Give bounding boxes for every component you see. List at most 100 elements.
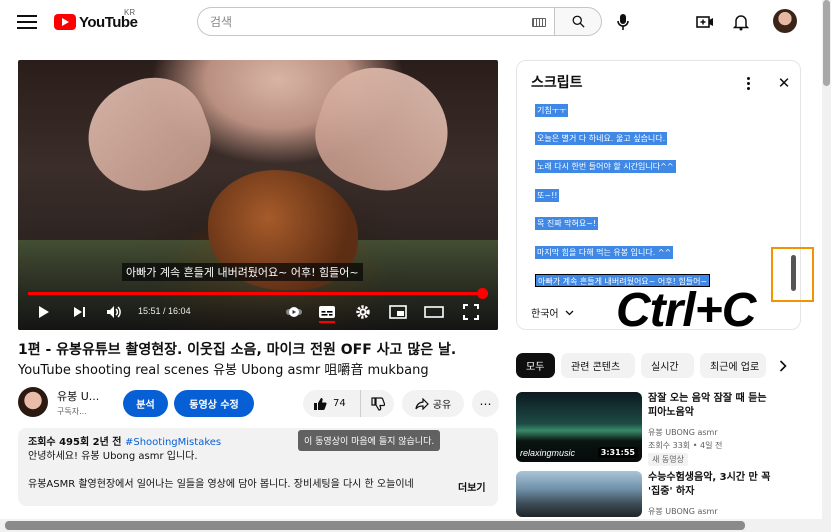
create-icon (696, 16, 713, 28)
video-player[interactable]: 아빠가 계속 흔들게 내버려뒀어요~ 어후! 힘들어~ 15:51 / 16:0… (18, 60, 498, 330)
dislike-button[interactable] (361, 390, 394, 417)
channel-avatar[interactable] (18, 387, 48, 417)
subtitles-active-indicator (319, 321, 335, 323)
next-icon (73, 307, 85, 317)
settings-button[interactable] (354, 303, 372, 321)
transcript-segment[interactable]: 목 진짜 막혀요~! (535, 217, 599, 230)
autoplay-icon (286, 307, 302, 317)
recommendation-thumbnail[interactable]: relaxingmusic 3:31:55 (516, 392, 642, 462)
recommendation-views: 조회수 33회 (648, 441, 691, 450)
recommendation-stats: 조회수 33회 • 4일 전 (648, 441, 723, 450)
miniplayer-icon (389, 305, 407, 319)
progress-fill (28, 292, 482, 295)
recommendation-title-line-1: 잠잘 오는 음악 잠잘 때 듣는 (648, 393, 767, 404)
account-avatar[interactable] (773, 9, 797, 33)
progress-bar[interactable] (28, 288, 488, 299)
transcript-segment[interactable]: 마지막 힘을 다해 먹는 유봉 입니다. ^^ (535, 246, 674, 259)
transcript-segment[interactable]: 기침ㅜㅜ (535, 104, 569, 117)
page-horizontal-scrollbar[interactable] (0, 519, 831, 532)
edit-video-button[interactable]: 동영상 수정 (174, 390, 254, 417)
chip-recent[interactable]: 최근에 업로 (700, 353, 766, 378)
theater-icon (424, 306, 444, 318)
chevron-down-icon (565, 310, 574, 315)
recommendation-channel[interactable]: 유봉 UBONG asmr (648, 506, 718, 517)
more-actions-button[interactable]: ⋯ (472, 390, 499, 417)
like-button[interactable]: 74 (303, 390, 361, 417)
language-label: 한국어 (531, 309, 559, 320)
recommendation-channel[interactable]: 유봉 UBONG asmr (648, 427, 718, 438)
hashtag-link[interactable]: #ShootingMistakes (125, 437, 221, 448)
transcript-more-button[interactable] (739, 74, 757, 92)
next-button[interactable] (71, 303, 87, 321)
search-box[interactable] (197, 7, 554, 36)
transcript-segment[interactable]: 오늘은 별거 다 하네요. 울고 싶습니다. (535, 132, 668, 145)
keyboard-icon[interactable] (532, 18, 546, 27)
channel-name[interactable]: 유봉 U... (57, 388, 99, 404)
share-label: 공유 (432, 400, 452, 411)
dislike-tooltip: 이 동영상이 마음에 들지 않습니다. (298, 430, 441, 451)
fullscreen-icon (463, 304, 479, 320)
recommendation-title[interactable]: 수능수험생음악, 3시간 만 꼭 '집중' 하자 (648, 471, 788, 499)
show-more-button[interactable]: 더보기 (458, 482, 486, 496)
menu-icon[interactable] (17, 12, 37, 30)
bell-icon (733, 15, 749, 31)
share-button[interactable]: 공유 (402, 390, 464, 417)
chip-live[interactable]: 실시간 (641, 353, 694, 378)
mic-icon (617, 14, 629, 30)
miniplayer-button[interactable] (389, 303, 407, 321)
like-count: 74 (333, 398, 346, 409)
gear-icon (356, 305, 370, 319)
theater-mode-button[interactable] (424, 303, 444, 321)
transcript-scrollbar-highlight[interactable] (771, 247, 814, 302)
vertical-scrollbar-thumb[interactable] (823, 0, 830, 86)
recommendation-thumbnail[interactable] (516, 471, 642, 517)
youtube-play-icon (54, 14, 76, 30)
analytics-button[interactable]: 분석 (123, 390, 168, 417)
upload-age: 2년 전 (92, 437, 122, 448)
like-dislike-group: 74 (303, 390, 394, 417)
play-icon (39, 306, 49, 318)
transcript-segment[interactable]: 노래 다시 한번 들어야 할 시간입니다^^ (535, 160, 676, 173)
close-icon[interactable]: ✕ (775, 74, 793, 92)
play-button[interactable] (36, 303, 52, 321)
duration: 16:04 (168, 306, 191, 316)
video-duration: 3:31:55 (597, 447, 638, 458)
transcript-segment[interactable]: 또~!! (535, 189, 560, 202)
thumbnail-watermark: relaxingmusic (520, 448, 576, 458)
autoplay-toggle[interactable] (286, 303, 302, 321)
chip-all[interactable]: 모두 (516, 353, 555, 378)
view-count: 조회수 495회 (28, 437, 90, 448)
recommendation-title[interactable]: 잠잘 오는 음악 잠잘 때 듣는 피아노음악 (648, 392, 788, 420)
thumbs-up-icon (314, 397, 327, 410)
recommendation-title-line-1: 수능수험생음악, 3시간 만 꼭 (648, 472, 771, 483)
horizontal-scrollbar-thumb[interactable] (5, 521, 745, 530)
volume-button[interactable] (105, 303, 123, 321)
chip-related[interactable]: 관련 콘텐츠 (561, 353, 635, 378)
chevron-right-icon[interactable] (773, 356, 793, 376)
volume-icon (107, 306, 121, 318)
transcript-scrollbar-thumb[interactable] (791, 255, 796, 291)
voice-search-button[interactable] (612, 10, 634, 34)
shortcut-overlay: Ctrl+C (616, 284, 756, 337)
search-button[interactable] (554, 7, 602, 36)
notifications-button[interactable] (729, 10, 753, 34)
current-time: 15:51 (138, 306, 161, 316)
search-input[interactable] (210, 14, 510, 29)
progress-scrubber[interactable] (476, 288, 488, 299)
recommendation-title-line-2: 피아노음악 (648, 407, 694, 418)
fullscreen-button[interactable] (462, 303, 480, 321)
share-icon (415, 397, 429, 410)
thumbs-down-icon (370, 396, 385, 411)
recommendation-age: 4일 전 (699, 441, 723, 450)
subtitles-button[interactable] (318, 303, 336, 321)
page-vertical-scrollbar[interactable] (822, 0, 831, 520)
time-display: 15:51 / 16:04 (138, 306, 191, 316)
channel-subscribers: 구독자... (57, 407, 87, 416)
recommendation-title-line-2: '집중' 하자 (648, 486, 695, 497)
language-selector[interactable]: 한국어 (531, 305, 574, 320)
video-title: 1편 - 유봉유튜브 촬영현장. 이웃집 소음, 마이크 전원 OFF 사고 많… (18, 342, 457, 358)
video-title-line-2: YouTube shooting real scenes 유봉 Ubong as… (18, 363, 429, 378)
transcript-title: 스크립트 (531, 75, 583, 91)
create-button[interactable] (693, 10, 717, 34)
description-line-1: 안녕하세요! 유봉 Ubong asmr 입니다. (28, 451, 198, 462)
